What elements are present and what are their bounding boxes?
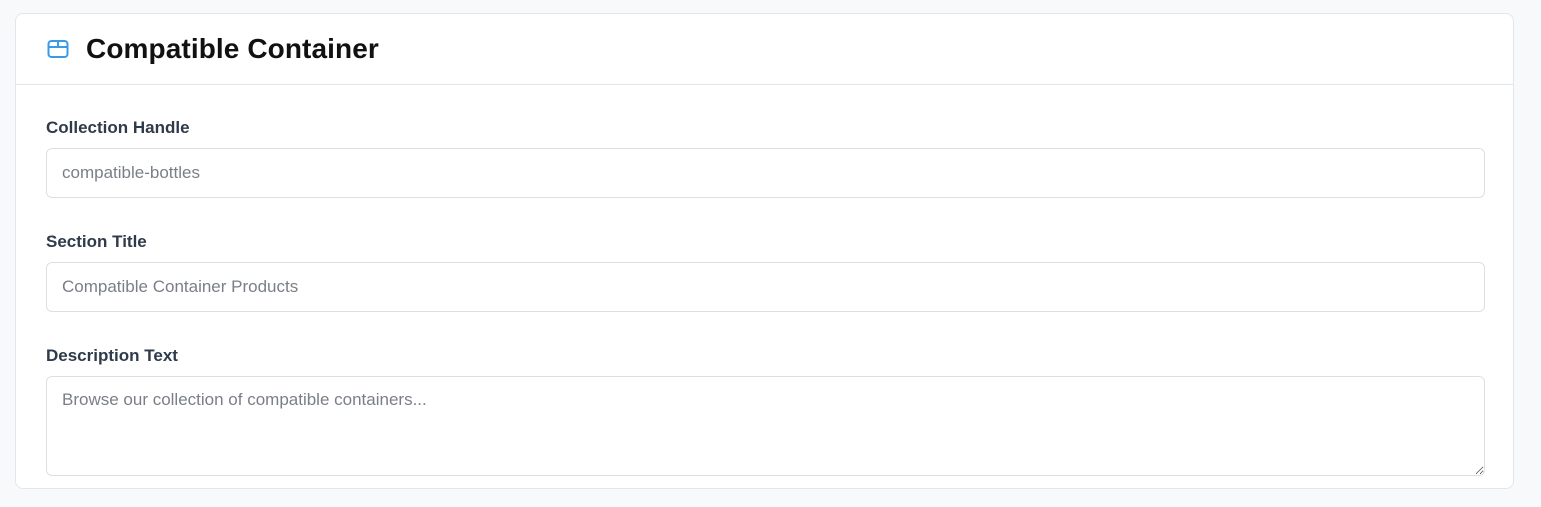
section-title-label: Section Title <box>46 232 147 251</box>
description-text-label: Description Text <box>46 346 178 365</box>
package-icon <box>46 37 70 61</box>
collection-handle-label: Collection Handle <box>46 118 190 137</box>
section-title-field: Section Title <box>46 231 1485 312</box>
collection-handle-field: Collection Handle <box>46 117 1485 198</box>
collection-handle-input[interactable] <box>46 148 1485 198</box>
description-text-field: Description Text <box>46 345 1485 476</box>
section-title-input[interactable] <box>46 262 1485 312</box>
panel-body: Collection Handle Section Title Descript… <box>16 85 1513 476</box>
panel-title: Compatible Container <box>86 33 379 64</box>
description-textarea[interactable] <box>46 376 1485 476</box>
compatible-container-panel: Compatible Container Collection Handle S… <box>15 13 1514 489</box>
panel-header: Compatible Container <box>16 14 1513 85</box>
